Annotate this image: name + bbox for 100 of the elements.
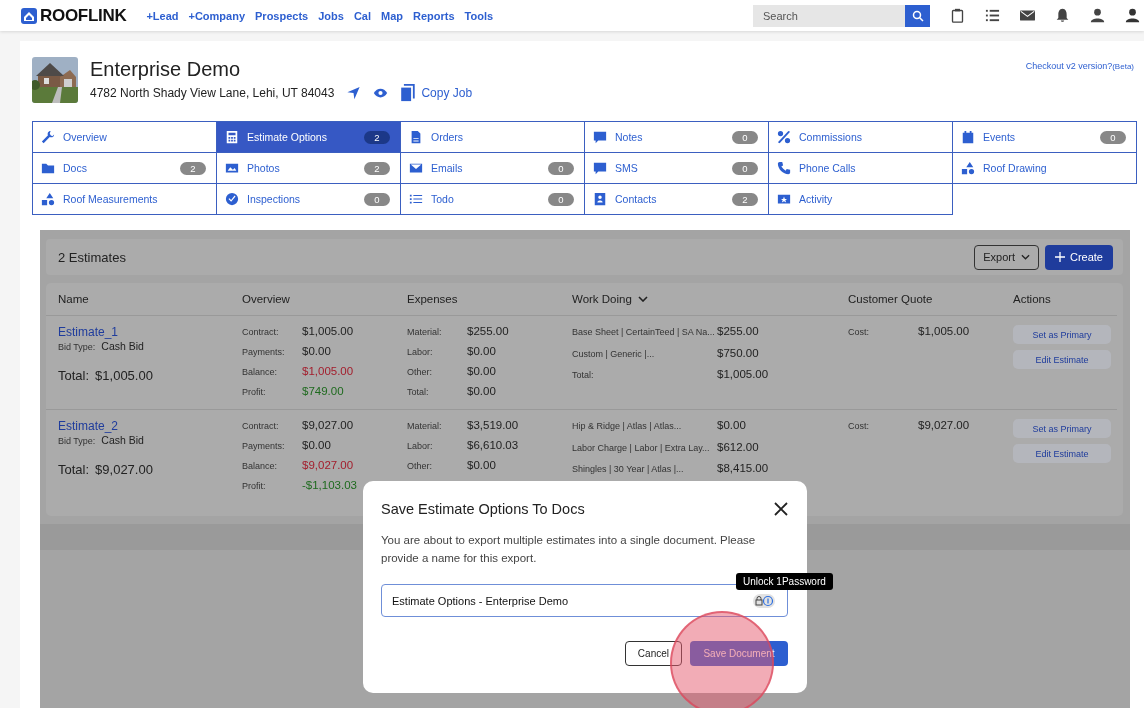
navigation-arrow-icon[interactable]	[346, 86, 362, 100]
chevron-down-icon	[1020, 254, 1030, 260]
envelope-icon	[409, 161, 423, 175]
overview-value: $0.00	[302, 345, 331, 357]
star-ticket-icon	[777, 192, 791, 206]
plus-icon	[1054, 252, 1065, 262]
bid-type: Cash Bid	[101, 434, 144, 446]
work-item-value: $750.00	[717, 346, 759, 359]
nav-link[interactable]: Prospects	[255, 9, 309, 22]
work-item-value: $255.00	[717, 325, 759, 337]
clipboard-icon[interactable]	[950, 8, 965, 23]
expense-value: $0.00	[467, 345, 496, 357]
overview-value: -$1,103.03	[302, 479, 357, 491]
overview-value: $0.00	[302, 439, 331, 451]
tab[interactable]: Roof Drawing	[952, 152, 1137, 184]
export-dropdown[interactable]: Export	[974, 244, 1039, 270]
dialog-title: Save Estimate Options To Docs	[381, 501, 585, 517]
column-header[interactable]: Work Doing	[572, 293, 648, 305]
search-icon	[911, 9, 924, 22]
nav-link[interactable]: +Company	[188, 9, 246, 22]
overview-label: Payments:	[242, 441, 286, 451]
cost-value: $1,005.00	[918, 325, 970, 337]
list-icon[interactable]	[985, 8, 1000, 23]
action-button[interactable]: Edit Estimate	[1013, 350, 1111, 369]
work-item-value: $612.00	[717, 440, 759, 453]
count-badge: 0	[364, 192, 390, 206]
tab[interactable]: Estimate Options 2	[216, 121, 401, 153]
user-icon[interactable]	[1125, 8, 1140, 23]
overview-label: Payments:	[242, 347, 286, 357]
tab[interactable]: Events 0	[952, 121, 1137, 153]
overview-label: Contract:	[242, 327, 280, 337]
nav-link[interactable]: +Lead	[146, 9, 179, 22]
nav-link[interactable]: Tools	[464, 9, 494, 22]
overview-label: Balance:	[242, 461, 279, 471]
nav-link[interactable]: Reports	[413, 9, 455, 22]
copy-job-link[interactable]: Copy Job	[421, 86, 473, 100]
expense-label: Material:	[407, 421, 443, 431]
wrench-icon	[41, 130, 55, 144]
expense-value: $6,610.03	[467, 439, 519, 451]
percent-icon	[777, 130, 791, 144]
overview-value: $749.00	[302, 385, 344, 397]
action-button[interactable]: Set as Primary	[1013, 419, 1111, 438]
work-item-label: Labor Charge | Labor | Extra Lay...	[572, 442, 711, 453]
count-badge: 2	[732, 192, 758, 206]
calendar-icon	[961, 130, 975, 144]
count-badge: 2	[364, 161, 390, 175]
checkout-link[interactable]: Checkout v2 version?(Beta)	[1025, 61, 1134, 71]
work-item-value: $1,005.00	[717, 368, 769, 380]
create-button[interactable]: Create	[1044, 244, 1113, 270]
eye-icon[interactable]	[373, 86, 389, 100]
folder-icon	[41, 161, 55, 175]
search-button[interactable]	[905, 4, 930, 27]
expense-value: $255.00	[467, 325, 509, 337]
total-value: $9,027.00	[95, 462, 153, 477]
shapes-icon	[41, 192, 55, 206]
nav-link[interactable]: Jobs	[318, 9, 344, 22]
column-header: Overview	[242, 293, 290, 305]
tab[interactable]: Roof Measurements	[32, 183, 217, 215]
action-button[interactable]: Set as Primary	[1013, 325, 1111, 344]
count-badge: 0	[1100, 130, 1126, 144]
logo-icon	[20, 6, 38, 25]
work-item-value: $0.00	[717, 419, 746, 431]
column-header: Name	[58, 293, 89, 305]
column-header: Expenses	[407, 293, 458, 305]
bell-icon[interactable]	[1055, 8, 1070, 23]
nav-link[interactable]: Map	[381, 9, 404, 22]
work-item-label: Base Sheet | CertainTeed | SA Na...	[572, 327, 716, 337]
bid-type: Cash Bid	[101, 340, 144, 352]
count-badge: 0	[548, 161, 574, 175]
chat-bubble-icon	[593, 130, 607, 144]
job-title: Enterprise Demo	[90, 58, 242, 81]
cost-label: Cost:	[848, 421, 870, 431]
search-field[interactable]: Search	[753, 4, 905, 27]
work-item-value: $8,415.00	[717, 462, 769, 474]
overview-value: $9,027.00	[302, 459, 354, 471]
action-button[interactable]: Edit Estimate	[1013, 444, 1111, 463]
overview-value: $9,027.00	[302, 419, 354, 431]
tab[interactable]: Activity	[768, 183, 953, 215]
copy-icon[interactable]	[400, 84, 416, 102]
overview-value: $1,005.00	[302, 365, 354, 377]
close-icon[interactable]	[774, 502, 788, 516]
list-icon	[409, 192, 423, 206]
lock-icon[interactable]	[753, 593, 775, 608]
estimate-link[interactable]: Estimate_2	[58, 419, 119, 433]
cancel-button[interactable]: Cancel	[624, 641, 682, 666]
expense-value: $0.00	[467, 459, 496, 471]
brand-name: ROOFLINK	[40, 5, 127, 26]
phone-icon	[777, 161, 791, 175]
count-badge: 2	[364, 130, 390, 144]
envelope-icon[interactable]	[1020, 8, 1035, 23]
nav-link[interactable]: Cal	[353, 9, 372, 22]
expense-label: Total:	[407, 387, 430, 397]
bid-type-label: Bid Type:	[58, 342, 96, 352]
count-badge: 2	[180, 161, 206, 175]
expense-value: $3,519.00	[467, 419, 519, 431]
estimate-link[interactable]: Estimate_1	[58, 325, 119, 339]
column-header: Customer Quote	[848, 293, 933, 305]
chevron-down-icon[interactable]	[637, 296, 648, 302]
job-address: 4782 North Shady View Lane, Lehi, UT 84043	[90, 86, 335, 100]
document-icon	[409, 130, 423, 144]
